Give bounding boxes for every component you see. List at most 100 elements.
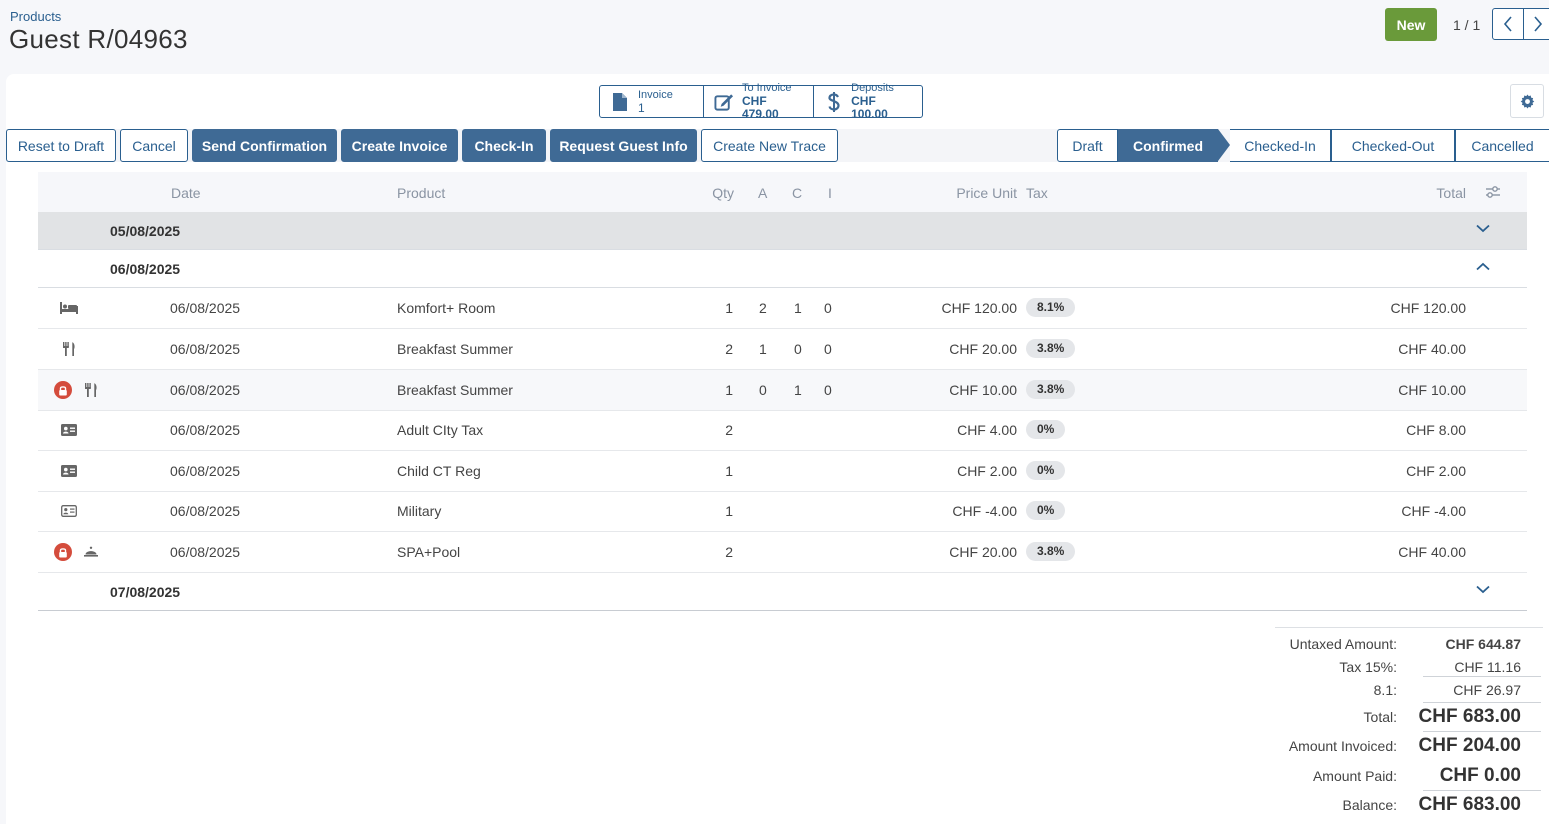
chevron-down-icon	[1476, 585, 1490, 594]
untaxed-amount: CHF 644.87	[1445, 636, 1521, 652]
tax15-amount: CHF 11.16	[1454, 659, 1521, 675]
divider	[1423, 790, 1541, 791]
row-qty: 2	[725, 422, 733, 438]
row-qty: 2	[725, 341, 733, 357]
cloche-icon	[84, 546, 98, 557]
pager-previous-button[interactable]	[1492, 8, 1524, 40]
row-product: Breakfast Summer	[397, 341, 513, 357]
row-total: CHF 8.00	[1406, 422, 1466, 438]
lock-icon	[59, 385, 67, 395]
row-product: Child CT Reg	[397, 463, 481, 479]
amount-invoiced-label: Amount Invoiced:	[1288, 738, 1397, 754]
row-price: CHF -4.00	[952, 503, 1017, 519]
tax81-amount: CHF 26.97	[1453, 682, 1521, 698]
divider	[1423, 702, 1541, 703]
row-qty: 1	[725, 463, 733, 479]
balance-label: Balance:	[1342, 797, 1397, 813]
divider	[1423, 731, 1541, 732]
to-invoice-amount: CHF 479.00	[742, 94, 779, 121]
row-date: 06/08/2025	[170, 382, 241, 398]
table-bottom-border	[38, 610, 1527, 611]
table-row[interactable]: 06/08/2025 Komfort+ Room 1 2 1 0 CHF 120…	[38, 288, 1527, 329]
new-button[interactable]: New	[1385, 8, 1437, 41]
row-infants: 0	[824, 382, 832, 398]
table-row[interactable]: 06/08/2025 Breakfast Summer 2 1 0 0 CHF …	[38, 329, 1527, 370]
reset-to-draft-button[interactable]: Reset to Draft	[6, 129, 116, 162]
tax-badge: 0%	[1026, 420, 1066, 439]
to-invoice-smart-button[interactable]: To Invoice CHF 479.00	[704, 82, 814, 121]
col-date[interactable]: Date	[171, 185, 201, 201]
state-checked-in[interactable]: Checked-In	[1230, 129, 1331, 162]
column-settings-icon[interactable]	[1485, 185, 1501, 199]
settings-button[interactable]	[1510, 84, 1544, 118]
dollar-icon	[824, 91, 843, 113]
row-adults: 1	[759, 341, 767, 357]
table-row[interactable]: 06/08/2025 Child CT Reg 1 CHF 2.00 0% CH…	[38, 451, 1527, 492]
group-label: 07/08/2025	[110, 584, 181, 600]
col-children[interactable]: C	[792, 185, 802, 201]
file-icon	[610, 91, 630, 113]
cancel-button[interactable]: Cancel	[120, 129, 188, 162]
col-price-unit[interactable]: Price Unit	[900, 185, 1017, 201]
row-price: CHF 10.00	[949, 382, 1017, 398]
deposits-smart-button[interactable]: Deposits CHF 100.00	[814, 82, 922, 121]
row-product: Breakfast Summer	[397, 382, 513, 398]
row-price: CHF 2.00	[957, 463, 1017, 479]
row-price: CHF 4.00	[957, 422, 1017, 438]
group-row-0508[interactable]: 05/08/2025	[38, 212, 1527, 250]
row-price: CHF 20.00	[949, 341, 1017, 357]
col-total[interactable]: Total	[1366, 185, 1466, 201]
col-adults[interactable]: A	[758, 185, 767, 201]
col-infants[interactable]: I	[828, 185, 832, 201]
tax15-label: Tax 15%:	[1339, 659, 1397, 675]
send-confirmation-button[interactable]: Send Confirmation	[192, 129, 337, 162]
id-card-icon	[61, 465, 77, 477]
chevron-right-icon	[1534, 16, 1543, 32]
group-row-0708[interactable]: 07/08/2025	[38, 573, 1527, 611]
bed-icon	[60, 302, 78, 314]
row-children: 0	[794, 341, 802, 357]
table-row[interactable]: 06/08/2025 SPA+Pool 2 CHF 20.00 3.8% CHF…	[38, 532, 1527, 573]
locked-badge	[54, 543, 72, 561]
id-card-outline-icon	[61, 505, 77, 517]
row-date: 06/08/2025	[170, 503, 241, 519]
row-total: CHF 2.00	[1406, 463, 1466, 479]
state-arrow	[1218, 129, 1230, 161]
utensils-icon	[63, 342, 75, 356]
tax-badge: 3.8%	[1026, 380, 1076, 399]
amount-paid-label: Amount Paid:	[1312, 768, 1397, 784]
chevron-down-icon	[1476, 224, 1490, 233]
state-checked-out[interactable]: Checked-Out	[1331, 129, 1455, 162]
col-tax[interactable]: Tax	[1026, 185, 1048, 201]
create-new-trace-button[interactable]: Create New Trace	[701, 129, 838, 162]
check-in-button[interactable]: Check-In	[462, 129, 546, 162]
request-guest-info-button[interactable]: Request Guest Info	[550, 129, 697, 162]
pager-counter: 1 / 1	[1453, 17, 1481, 33]
table-row[interactable]: 06/08/2025 Military 1 CHF -4.00 0% CHF -…	[38, 491, 1527, 532]
invoice-label: Invoice	[638, 88, 673, 101]
invoice-count: 1	[638, 100, 645, 115]
breadcrumb-products[interactable]: Products	[10, 9, 61, 24]
row-qty: 1	[725, 382, 733, 398]
row-infants: 0	[824, 341, 832, 357]
table-row[interactable]: 06/08/2025 Breakfast Summer 1 0 1 0 CHF …	[38, 370, 1527, 411]
row-qty: 2	[725, 544, 733, 560]
row-total: CHF -4.00	[1401, 503, 1466, 519]
col-product[interactable]: Product	[397, 185, 445, 201]
control-panel: Products Guest R/04963	[0, 0, 1549, 74]
col-qty[interactable]: Qty	[690, 185, 734, 201]
table-row[interactable]: 06/08/2025 Adult CIty Tax 2 CHF 4.00 0% …	[38, 410, 1527, 451]
group-row-0608[interactable]: 06/08/2025	[38, 250, 1527, 288]
create-invoice-button[interactable]: Create Invoice	[341, 129, 458, 162]
state-cancelled[interactable]: Cancelled	[1455, 129, 1549, 162]
state-draft[interactable]: Draft	[1057, 129, 1118, 162]
row-product: SPA+Pool	[397, 544, 461, 560]
row-total: CHF 40.00	[1398, 341, 1466, 357]
state-confirmed[interactable]: Confirmed	[1118, 129, 1218, 162]
chevron-left-icon	[1503, 16, 1512, 32]
total-amount: CHF 683.00	[1418, 706, 1521, 727]
divider	[1423, 676, 1541, 677]
invoice-smart-button[interactable]: Invoice 1	[600, 86, 704, 117]
pager-next-button[interactable]	[1523, 8, 1549, 40]
totals-summary: Untaxed Amount: CHF 644.87 Tax 15%: CHF …	[1275, 627, 1543, 815]
